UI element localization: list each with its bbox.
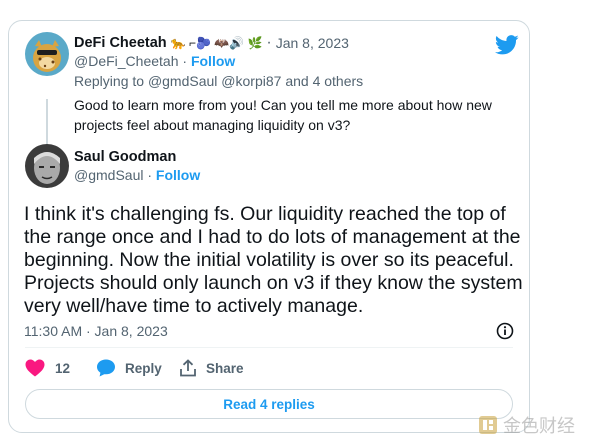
reply-bubble-icon — [97, 359, 115, 377]
separator-dot: · — [147, 167, 153, 183]
author-name[interactable]: Saul Goodman — [74, 149, 176, 165]
follow-button[interactable]: Follow — [156, 167, 200, 183]
replying-to-others[interactable]: and 4 others — [285, 73, 363, 89]
twitter-bird-icon[interactable] — [495, 35, 519, 55]
tweet-timestamp[interactable]: 11:30 AM · Jan 8, 2023 — [24, 323, 168, 339]
share-icon — [180, 359, 196, 377]
replying-to-prefix: Replying to — [74, 73, 145, 89]
avatar-saul-goodman[interactable] — [25, 144, 69, 188]
avatar-defi-cheetah[interactable] — [25, 32, 69, 76]
parent-tweet-text: Good to learn more from you! Can you tel… — [74, 97, 492, 133]
info-icon[interactable] — [496, 322, 514, 340]
main-tweet-text: I think it's challenging fs. Our liquidi… — [24, 203, 523, 317]
like-action[interactable]: 12 — [25, 359, 70, 377]
author-name-emojis: 🐆 ⌐🫐 🦇🔊 🌿 — [170, 36, 263, 50]
replying-to-handles[interactable]: @gmdSaul @korpi87 — [148, 73, 282, 89]
reply-label: Reply — [125, 360, 162, 376]
separator-dot: · — [266, 34, 272, 51]
author-name[interactable]: DeFi Cheetah — [74, 35, 167, 51]
watermark-logo-icon — [479, 416, 497, 434]
author-handle[interactable]: @gmdSaul — [74, 167, 143, 183]
separator-dot: · — [182, 53, 188, 69]
author-handle[interactable]: @DeFi_Cheetah — [74, 53, 179, 69]
share-label: Share — [206, 360, 244, 376]
heart-icon — [25, 359, 45, 377]
reply-action[interactable]: Reply — [96, 359, 162, 377]
watermark-text: 金色财经 — [503, 416, 575, 437]
embedded-tweet-card: DeFi Cheetah 🐆 ⌐🫐 🦇🔊 🌿 · Jan 8, 2023 @De… — [8, 20, 530, 433]
follow-button[interactable]: Follow — [191, 53, 235, 69]
divider — [25, 347, 513, 348]
share-action[interactable]: Share — [179, 359, 244, 377]
watermark: 金色财经 — [478, 412, 575, 438]
replying-to-line: Replying to @gmdSaul @korpi87 and 4 othe… — [74, 73, 363, 89]
read-replies-label: Read 4 replies — [223, 396, 315, 412]
tweet-date[interactable]: Jan 8, 2023 — [276, 35, 349, 51]
read-replies-button[interactable]: Read 4 replies — [25, 389, 513, 419]
like-count: 12 — [55, 360, 71, 376]
